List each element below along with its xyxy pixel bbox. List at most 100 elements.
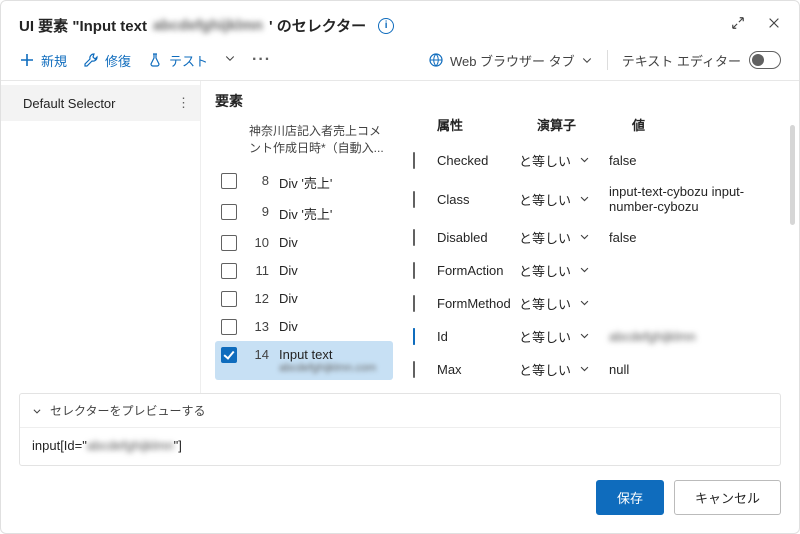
checkbox[interactable] xyxy=(413,152,415,169)
more-button[interactable]: ··· xyxy=(252,51,271,69)
checkbox[interactable] xyxy=(413,328,415,345)
cancel-button[interactable]: キャンセル xyxy=(674,480,781,515)
element-sublabel: abcdefghijklmn.com xyxy=(279,362,387,374)
col-val: 値 xyxy=(632,115,783,134)
element-row[interactable]: 12Div xyxy=(215,285,393,313)
checkbox[interactable] xyxy=(221,263,237,279)
checkbox[interactable] xyxy=(413,262,415,279)
element-label: Input textabcdefghijklmn.com xyxy=(279,347,387,374)
element-label: Div '売上' xyxy=(279,173,387,192)
attr-value[interactable]: false xyxy=(609,230,783,245)
divider xyxy=(607,50,608,70)
element-index: 9 xyxy=(247,204,269,219)
element-row[interactable]: 13 Div xyxy=(215,313,393,341)
element-index: 12 xyxy=(247,291,269,306)
scrollbar[interactable] xyxy=(790,125,795,225)
attribute-row: FormMethodと等しい xyxy=(413,287,783,320)
preview-prefix: input[Id=" xyxy=(32,438,87,453)
attr-value[interactable]: abcdefghijklmn xyxy=(609,329,783,344)
checkbox[interactable] xyxy=(221,319,237,335)
more-vertical-icon[interactable]: ⋮ xyxy=(177,95,190,111)
chevron-down-icon[interactable] xyxy=(579,230,609,245)
checkbox[interactable] xyxy=(221,291,237,307)
text-editor-label: テキスト エディター xyxy=(622,51,741,70)
attr-name: FormAction xyxy=(437,263,519,278)
attribute-row: Classと等しい input-text-cybozu input-number-… xyxy=(413,177,783,221)
attr-operator[interactable]: と等しい xyxy=(519,360,579,379)
checkbox[interactable] xyxy=(413,191,415,208)
attr-operator[interactable]: と等しい xyxy=(519,294,579,313)
checkbox[interactable] xyxy=(221,204,237,220)
test-label: テスト xyxy=(169,51,208,70)
attr-operator[interactable]: と等しい xyxy=(519,327,579,346)
preview-label: セレクターをプレビューする xyxy=(50,402,206,419)
chevron-down-icon[interactable] xyxy=(579,153,609,168)
element-label: Div xyxy=(279,319,387,334)
repair-label: 修復 xyxy=(105,51,131,70)
attr-operator[interactable]: と等しい xyxy=(519,261,579,280)
selector-dialog: UI 要素 "Input text abcdefghijklmn ' のセレクタ… xyxy=(0,0,800,534)
chevron-down-icon[interactable] xyxy=(224,51,236,69)
chevron-down-icon[interactable] xyxy=(579,296,609,311)
attr-value[interactable]: false xyxy=(609,153,783,168)
element-index: 14 xyxy=(247,347,269,362)
element-label: Div xyxy=(279,235,387,250)
checkbox[interactable] xyxy=(221,173,237,189)
attr-name: FormMethod xyxy=(437,296,519,311)
repair-button[interactable]: 修復 xyxy=(83,51,131,70)
element-label: Div xyxy=(279,263,387,278)
expand-icon[interactable] xyxy=(731,16,745,35)
browser-tab-label: Web ブラウザー タブ xyxy=(450,51,575,70)
close-icon[interactable] xyxy=(767,16,781,35)
attr-name: Id xyxy=(437,329,519,344)
chevron-down-icon[interactable] xyxy=(579,192,609,207)
attr-name: Max xyxy=(437,362,519,377)
preview-panel: セレクターをプレビューする input[Id="abcdefghijklmn"] xyxy=(19,393,781,466)
checkbox[interactable] xyxy=(413,295,415,312)
checkbox[interactable] xyxy=(413,229,415,246)
title-suffix: ' のセレクター xyxy=(269,15,366,36)
checkbox[interactable] xyxy=(221,235,237,251)
footer: 保存 キャンセル xyxy=(1,466,799,533)
element-row[interactable]: 11 Div xyxy=(215,257,393,285)
element-index: 11 xyxy=(247,263,269,278)
element-row[interactable]: 8Div '売上' xyxy=(215,167,393,198)
attr-name: Class xyxy=(437,192,519,207)
toggle-off-icon[interactable] xyxy=(749,51,781,69)
element-row[interactable]: 14 Input textabcdefghijklmn.com xyxy=(215,341,393,380)
element-path: 神奈川店記入者売上コメント作成日時*（自動入... xyxy=(215,119,393,167)
preview-toggle[interactable]: セレクターをプレビューする xyxy=(20,394,780,428)
element-index: 13 xyxy=(247,319,269,334)
info-icon[interactable]: i xyxy=(378,18,394,34)
attr-name: Checked xyxy=(437,153,519,168)
element-index: 10 xyxy=(247,235,269,250)
chevron-down-icon[interactable] xyxy=(579,362,609,377)
element-panel: 要素 神奈川店記入者売上コメント作成日時*（自動入... 8Div '売上'9D… xyxy=(201,81,401,393)
element-label: Div '売上' xyxy=(279,204,387,223)
attr-value[interactable]: null xyxy=(609,362,783,377)
chevron-down-icon[interactable] xyxy=(579,329,609,344)
preview-body: input[Id="abcdefghijklmn"] xyxy=(20,428,780,465)
preview-redacted: abcdefghijklmn xyxy=(87,438,174,453)
selector-item-label: Default Selector xyxy=(23,96,116,111)
new-button[interactable]: 新規 xyxy=(19,51,67,70)
attr-operator[interactable]: と等しい xyxy=(519,190,579,209)
col-attr: 属性 xyxy=(437,115,537,134)
test-button[interactable]: テスト xyxy=(147,51,208,70)
element-row[interactable]: 10 Div xyxy=(215,229,393,257)
chevron-down-icon xyxy=(32,406,42,416)
attr-operator[interactable]: と等しい xyxy=(519,228,579,247)
checkbox[interactable] xyxy=(221,347,237,363)
text-editor-toggle[interactable]: テキスト エディター xyxy=(622,51,781,70)
selector-sidebar: Default Selector ⋮ xyxy=(1,81,201,393)
checkbox[interactable] xyxy=(413,361,415,378)
attribute-row: Checkedと等しい false xyxy=(413,144,783,177)
chevron-down-icon[interactable] xyxy=(579,263,609,278)
browser-tab-dropdown[interactable]: Web ブラウザー タブ xyxy=(428,51,593,70)
title-prefix: UI 要素 "Input text xyxy=(19,15,147,36)
attr-operator[interactable]: と等しい xyxy=(519,151,579,170)
element-row[interactable]: 9 Div '売上' xyxy=(215,198,393,229)
selector-item-default[interactable]: Default Selector ⋮ xyxy=(1,85,200,121)
attr-value[interactable]: input-text-cybozu input-number-cybozu xyxy=(609,184,783,214)
save-button[interactable]: 保存 xyxy=(596,480,664,515)
